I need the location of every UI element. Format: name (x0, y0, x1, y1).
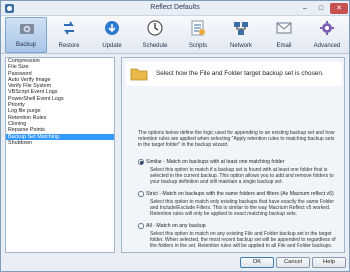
network-icon (234, 22, 248, 35)
option-similar-description: Select this option to match if a backup … (150, 167, 334, 185)
option-all-label: All - Match on any backup (146, 222, 206, 229)
toolbar-advanced[interactable]: Advanced (306, 17, 348, 53)
toolbar-schedule[interactable]: Schedule (134, 17, 176, 53)
ok-button[interactable]: OK (240, 257, 274, 268)
toolbar-update[interactable]: Update (91, 17, 133, 53)
option-all-description: Select this option to match on any exist… (150, 231, 336, 249)
panel-header: Select how the File and Folder target ba… (126, 62, 342, 86)
help-button[interactable]: Help (312, 257, 346, 268)
toolbar-network-label: Network (229, 43, 252, 49)
minimize-button[interactable]: – (297, 3, 313, 14)
toolbar-email[interactable]: Email (263, 17, 305, 53)
option-strict-label: Strict - Match on backups with the same … (146, 190, 334, 197)
panel-heading: Select how the File and Folder target ba… (156, 70, 324, 77)
toolbar-backup[interactable]: Backup (5, 17, 47, 53)
toolbar-scripts-label: Scripts (188, 43, 208, 49)
update-circle-icon (105, 21, 119, 35)
option-strict-description: Select this option to match only existin… (150, 199, 334, 217)
folder-icon (130, 68, 148, 81)
toolbar: Backup Restore Update Schedule Scripts N… (1, 16, 349, 54)
email-envelope-icon (276, 22, 292, 34)
close-button[interactable]: ✕ (330, 3, 348, 14)
toolbar-restore[interactable]: Restore (48, 17, 90, 53)
toolbar-update-label: Update (102, 43, 122, 49)
toolbar-email-label: Email (276, 43, 292, 49)
option-strict-radio[interactable] (138, 191, 144, 197)
scripts-page-icon (191, 20, 205, 36)
toolbar-backup-label: Backup (15, 42, 36, 48)
toolbar-schedule-label: Schedule (142, 43, 168, 49)
advanced-gear-icon (320, 21, 334, 35)
sidebar-item-shutdown[interactable]: Shutdown (6, 140, 114, 146)
backup-disk-icon (20, 24, 34, 34)
restore-arrows-icon (64, 21, 74, 35)
schedule-clock-icon (147, 20, 163, 36)
title-bar: Reflect Defaults – □ ✕ (1, 1, 349, 16)
cancel-button[interactable]: Cancel (276, 257, 310, 268)
maximize-button[interactable]: □ (313, 3, 329, 14)
settings-panel: Select how the File and Folder target ba… (121, 57, 345, 253)
settings-list: Compression File Size Password Auto Veri… (5, 57, 115, 253)
toolbar-advanced-label: Advanced (313, 43, 341, 49)
reflect-defaults-window: Reflect Defaults – □ ✕ Backup Restore Up… (0, 0, 350, 272)
intro-text: The options below define the logic used … (138, 130, 335, 148)
toolbar-restore-label: Restore (58, 43, 80, 49)
toolbar-scripts[interactable]: Scripts (177, 17, 219, 53)
option-similar-radio[interactable] (138, 159, 144, 165)
option-all-radio[interactable] (138, 223, 144, 229)
option-similar-label: Similar - Match on backups with at least… (146, 158, 285, 165)
toolbar-network[interactable]: Network (220, 17, 262, 53)
